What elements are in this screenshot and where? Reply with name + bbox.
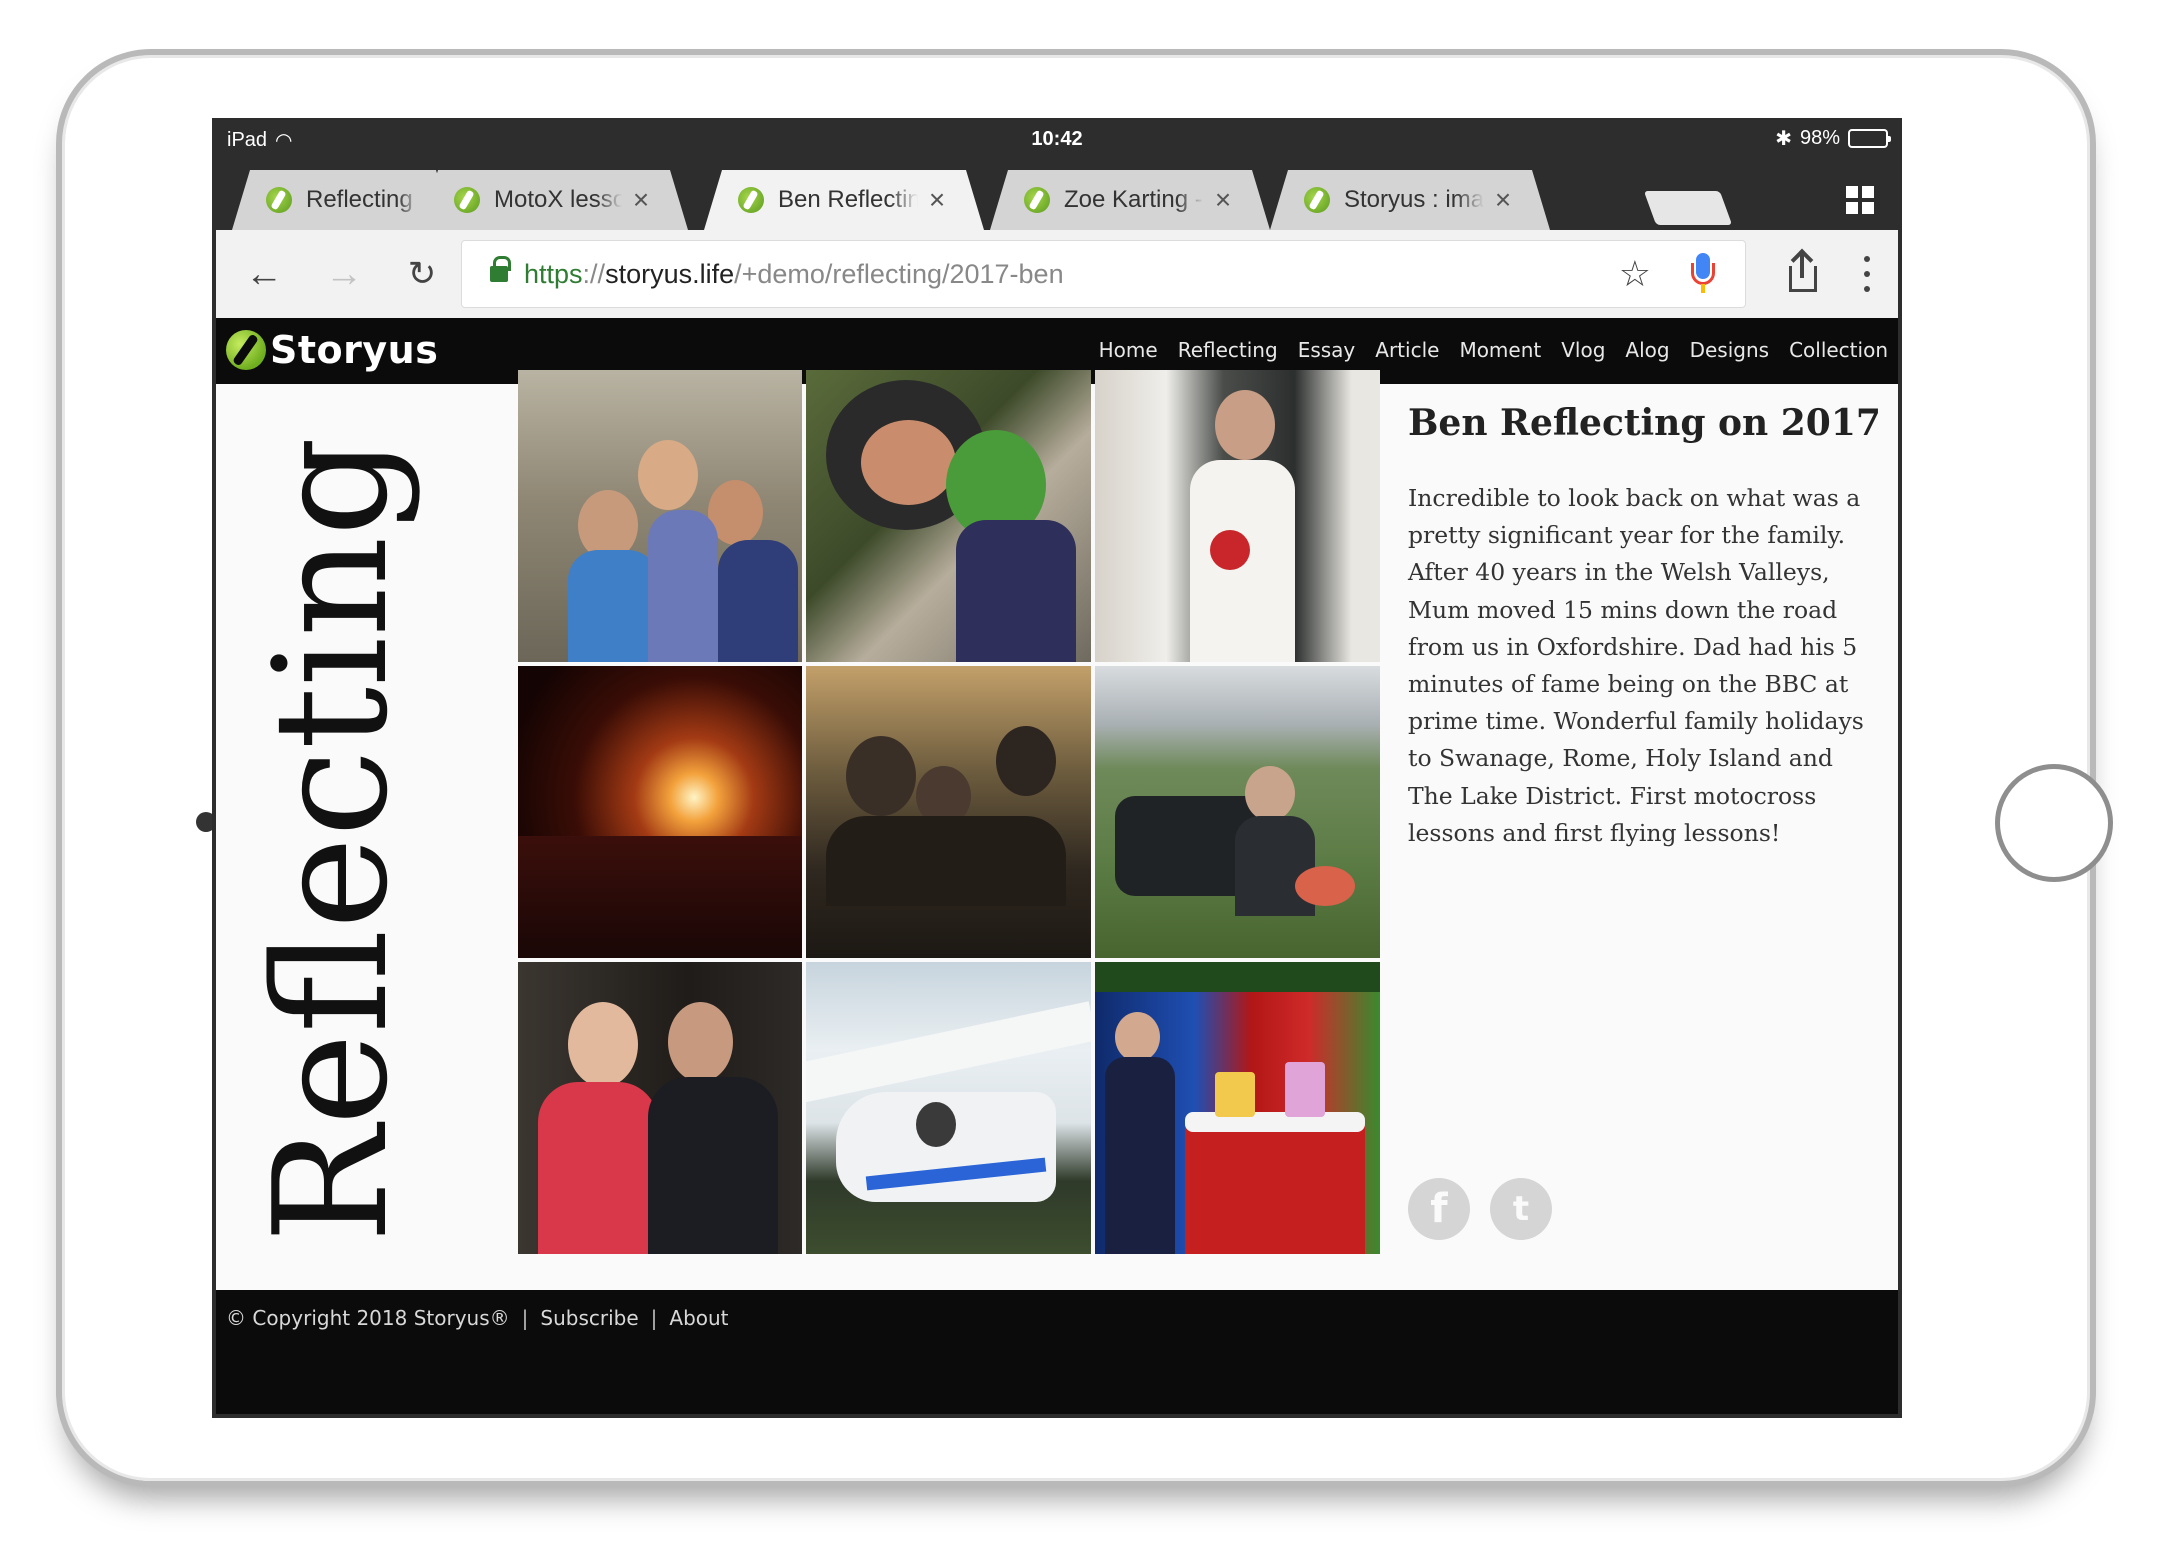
social-share: f t [1408,1178,1552,1240]
facebook-icon[interactable]: f [1408,1178,1470,1240]
tab-title: Storyus : image C [1344,186,1484,213]
bluetooth-icon: ✱ [1775,128,1792,150]
browser-tab[interactable]: Storyus : image C × [1270,170,1550,230]
browser-tab[interactable]: Reflecting on t [232,170,454,230]
new-tab-button[interactable] [1643,191,1733,225]
battery-percent: 98% [1799,127,1840,149]
photo-concert[interactable] [518,666,802,958]
photo-hillside-picnic[interactable] [1095,666,1380,958]
clock: 10:42 [1031,128,1083,150]
photo-mum-window[interactable] [1095,370,1380,662]
site-footer: © Copyright 2018 Storyus® | Subscribe | … [216,1290,1898,1414]
home-button[interactable] [1995,764,2113,882]
share-icon[interactable] [1784,248,1824,296]
device-screen: iPad ◠ 10:42 ✱ 98% Reflecting on t MotoX… [212,118,1902,1418]
close-tab-icon[interactable]: × [628,184,654,216]
web-page: Storyus Home Reflecting Essay Article Mo… [216,318,1898,1414]
more-menu-icon[interactable] [1862,256,1872,292]
tab-title: Ben Reflecting on [778,186,918,213]
footer-link-about[interactable]: About [669,1306,728,1330]
nav-alog[interactable]: Alog [1625,338,1669,362]
nav-vlog[interactable]: Vlog [1561,338,1605,362]
browser-tab-active[interactable]: Ben Reflecting on × [704,170,984,230]
address-bar[interactable]: https :// storyus.life /+demo/reflecting… [461,240,1746,308]
microphone-icon[interactable] [1691,253,1715,293]
site-nav-links: Home Reflecting Essay Article Moment Vlo… [1099,338,1888,362]
tab-strip: Reflecting on t MotoX lessons wi × Ben R… [212,162,1902,231]
footer-separator: | [521,1306,529,1330]
vertical-heading: Reflecting [240,436,422,1243]
nav-collection[interactable]: Collection [1789,338,1888,362]
nav-article[interactable]: Article [1375,338,1439,362]
article-title: Ben Reflecting on 2017 [1408,402,1881,444]
photo-sunset-family[interactable] [806,666,1091,958]
storyus-favicon-icon [1024,187,1050,213]
footer-link-subscribe[interactable]: Subscribe [540,1306,638,1330]
nav-reflecting[interactable]: Reflecting [1178,338,1278,362]
status-bar: iPad ◠ 10:42 ✱ 98% [212,118,1902,162]
photo-couple-event[interactable] [518,962,802,1254]
browser-toolbar: ← → ↻ https :// storyus.life /+demo/refl… [216,230,1898,318]
footer-separator: | [650,1306,658,1330]
back-arrow-icon[interactable]: ← [240,250,288,298]
reload-icon[interactable]: ↻ [398,250,446,298]
url-scheme: https [524,258,583,289]
twitter-icon[interactable]: t [1490,1178,1552,1240]
tab-title: Reflecting on t [306,186,413,213]
nav-home[interactable]: Home [1099,338,1158,362]
battery-icon [1848,129,1891,148]
photo-grid [518,370,1382,1258]
nav-moment[interactable]: Moment [1459,338,1541,362]
photo-bbc-studio[interactable] [1095,962,1380,1254]
close-tab-icon[interactable]: × [1210,184,1236,216]
close-tab-icon[interactable]: × [924,184,950,216]
tab-title: Zoe Karting - first [1064,186,1203,213]
storyus-favicon-icon [266,187,292,213]
photo-family-rome[interactable] [518,370,802,662]
article-content: Ben Reflecting on 2017 Incredible to loo… [1408,376,1881,852]
nav-designs[interactable]: Designs [1690,338,1769,362]
tab-switcher-icon[interactable] [1846,186,1874,214]
url-path: /+demo/reflecting/2017-ben [734,258,1064,289]
forward-arrow-icon[interactable]: → [320,250,368,298]
url-host: storyus.life [605,258,735,289]
bookmark-star-icon[interactable]: ☆ [1619,253,1651,295]
tab-title: MotoX lessons wi [494,186,622,213]
storyus-favicon-icon [738,187,764,213]
copyright-text: © Copyright 2018 Storyus® [226,1306,510,1330]
article-body: Incredible to look back on what was a pr… [1408,484,1864,847]
browser-tab[interactable]: Zoe Karting - first × [990,170,1270,230]
browser-tab[interactable]: MotoX lessons wi × [420,170,688,230]
photo-microlight[interactable] [806,962,1091,1254]
storyus-favicon-icon [1304,187,1330,213]
lock-icon [490,256,511,284]
url-separator: :// [582,258,606,289]
storyus-favicon-icon [454,187,480,213]
nav-essay[interactable]: Essay [1298,338,1356,362]
photo-motocross-selfie[interactable] [806,370,1091,662]
close-tab-icon[interactable]: × [1490,184,1516,216]
